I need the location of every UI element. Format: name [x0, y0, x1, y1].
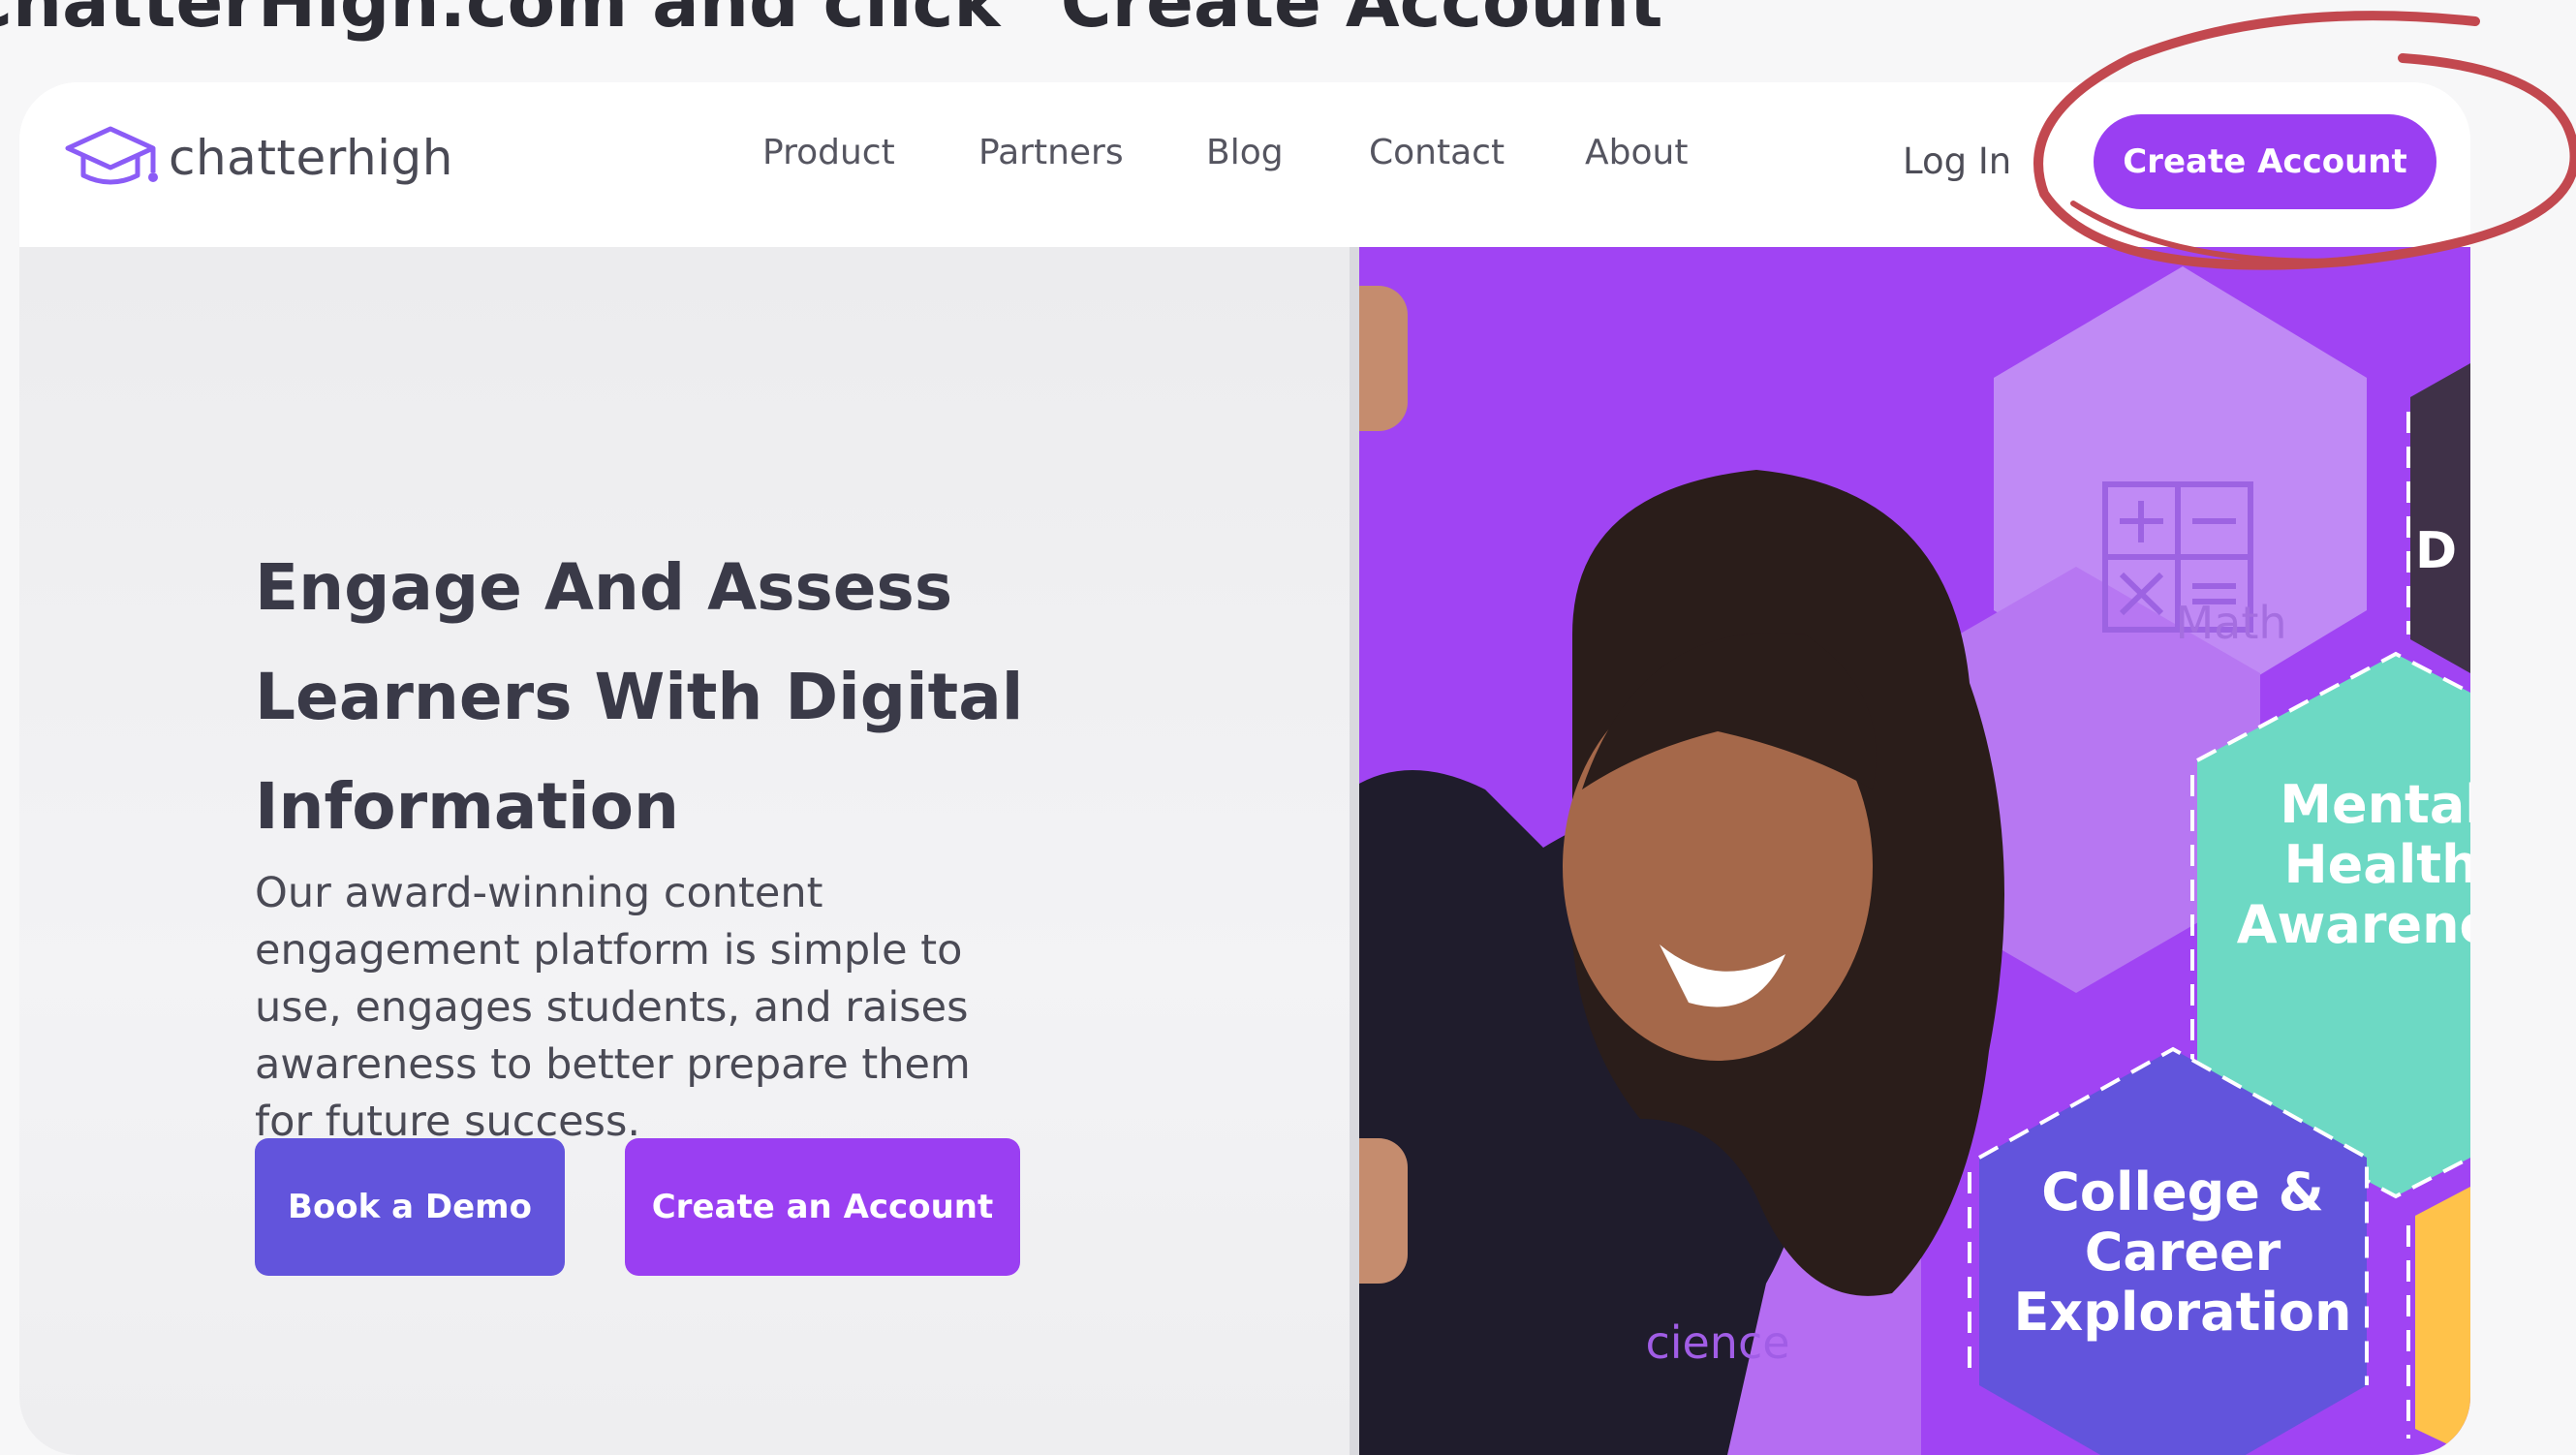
create-account-button[interactable]: Create Account — [2094, 114, 2436, 209]
topic-math-label: Math — [2175, 597, 2287, 649]
top-navbar: chatterhigh Product Partners Blog Contac… — [19, 82, 2470, 247]
create-an-account-button[interactable]: Create an Account — [625, 1138, 1020, 1276]
nav-about[interactable]: About — [1585, 133, 1688, 172]
yellow-hexagon — [2415, 1187, 2470, 1455]
brand-name: chatterhigh — [169, 130, 453, 186]
login-link[interactable]: Log In — [1903, 140, 2011, 182]
dark-hexagon — [2410, 363, 2470, 673]
nav-partners[interactable]: Partners — [978, 133, 1124, 172]
hero-subtext: Our award-winning content engagement pla… — [255, 869, 971, 1146]
topic-mental-health-label: Mental Health Awarenes — [2236, 774, 2470, 956]
topic-partial-label: D — [2415, 522, 2458, 580]
graduation-cap-icon — [65, 126, 158, 185]
website-screenshot-card: chatterhigh Product Partners Blog Contac… — [19, 82, 2470, 1455]
instruction-caption: ChatterHigh.com and click "Create Accoun… — [0, 0, 1699, 43]
topic-science-label: cience — [1645, 1316, 1790, 1369]
nav-contact[interactable]: Contact — [1369, 133, 1505, 172]
brand-logo[interactable]: chatterhigh — [60, 119, 453, 197]
hero-headline: Engage And Assess Learners With Digital … — [255, 550, 1024, 844]
nav-blog[interactable]: Blog — [1206, 133, 1284, 172]
topic-college-label: College & Career Exploration — [2013, 1161, 2352, 1344]
hero-image-panel: Math Mental Health Awarenes College & Ca… — [1350, 247, 2470, 1455]
nav-product[interactable]: Product — [762, 133, 895, 172]
book-demo-button[interactable]: Book a Demo — [255, 1138, 565, 1276]
